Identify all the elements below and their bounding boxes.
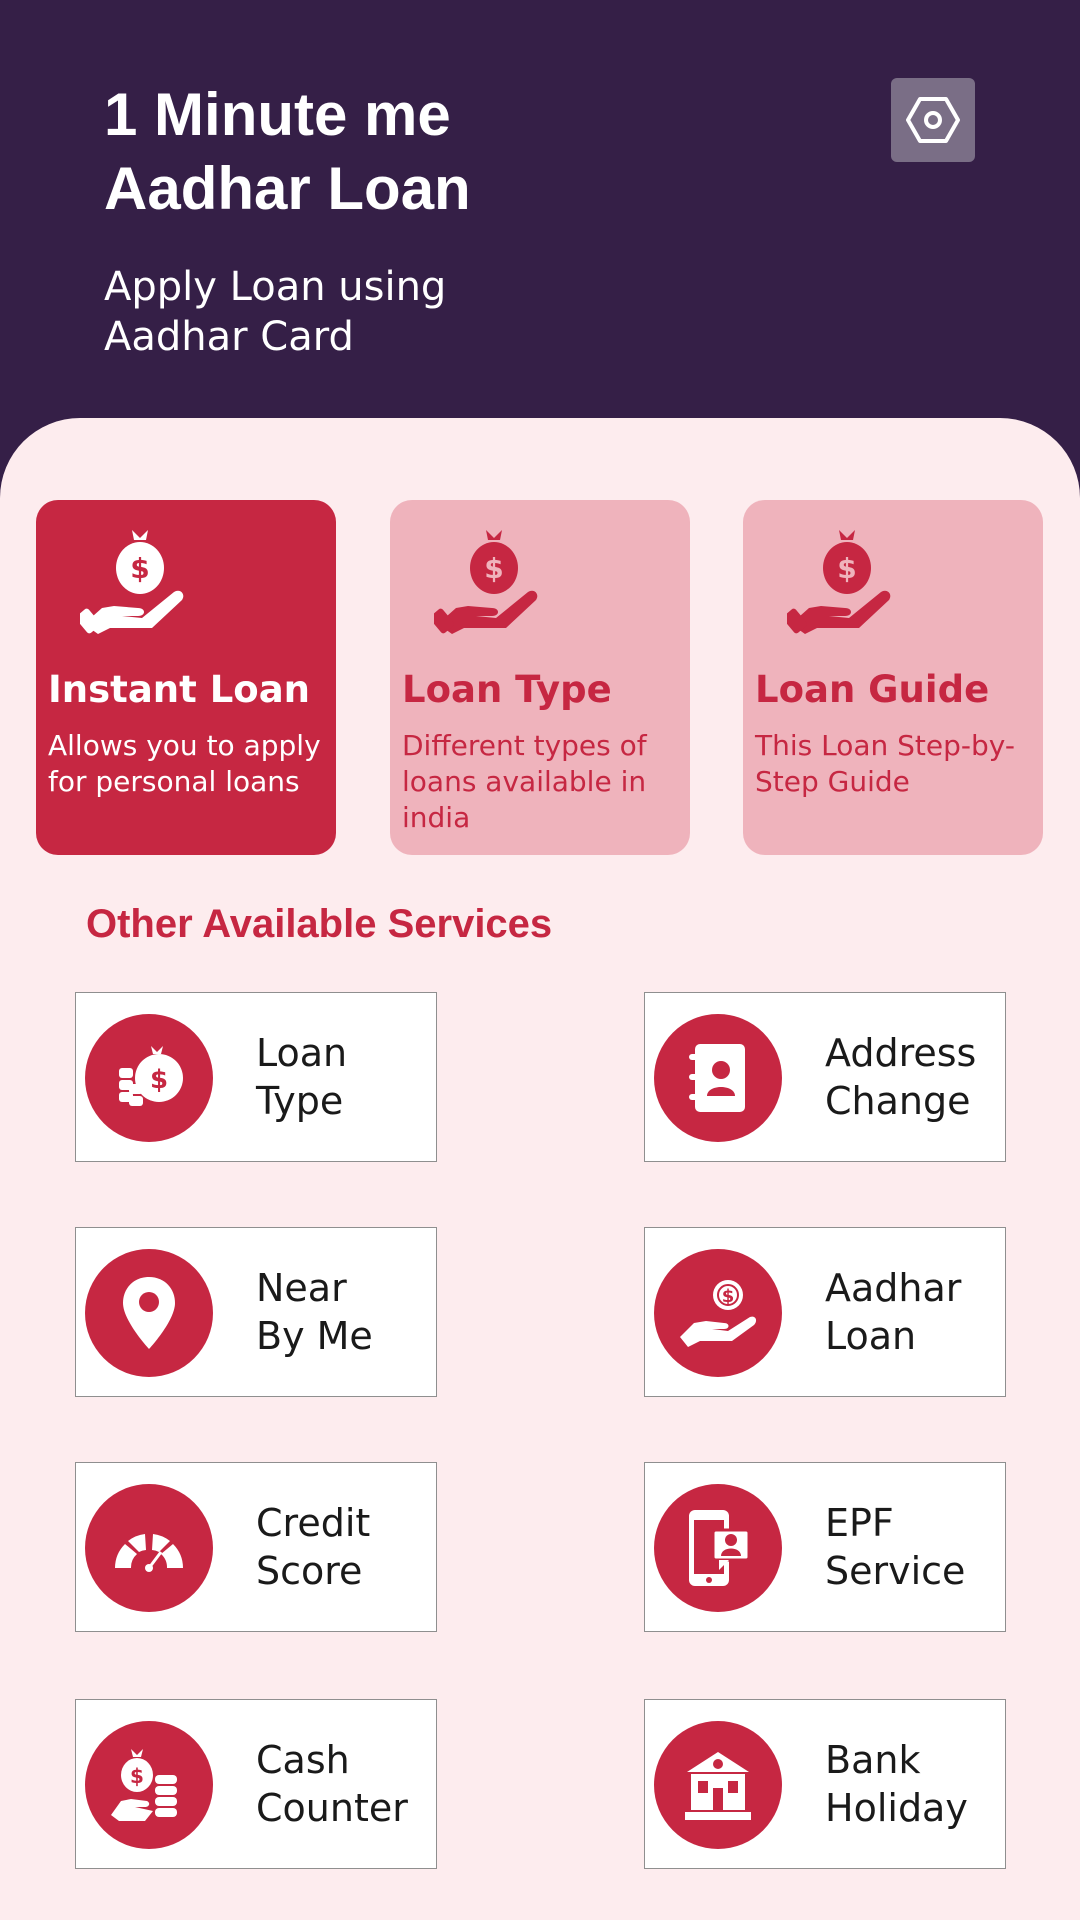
feature-card-title: Loan Guide	[755, 668, 990, 711]
service-cash-counter[interactable]: $ Cash Counter	[75, 1699, 437, 1869]
coin-hand-icon: $	[680, 1280, 757, 1347]
service-label: Address Change	[825, 1031, 977, 1123]
service-icon-circle: $	[654, 1249, 782, 1377]
settings-hexagon-icon	[906, 97, 960, 143]
service-epf-service[interactable]: EPF Service	[644, 1462, 1006, 1632]
service-icon-circle: $	[85, 1721, 213, 1849]
service-loan-type[interactable]: $ Loan Type	[75, 992, 437, 1162]
service-icon-circle	[85, 1484, 213, 1612]
cash-coins-icon: $	[111, 1749, 177, 1821]
service-label: Near By Me	[256, 1266, 373, 1358]
svg-text:$: $	[837, 552, 856, 585]
address-book-icon	[689, 1044, 745, 1112]
feature-card-description: Different types of loans available in in…	[402, 729, 647, 834]
svg-text:$: $	[130, 1764, 144, 1788]
service-label: Aadhar Loan	[825, 1266, 962, 1358]
service-near-by-me[interactable]: Near By Me	[75, 1227, 437, 1397]
service-icon-circle	[654, 1014, 782, 1142]
money-bag-hand-icon: $	[80, 530, 184, 634]
service-icon-circle: $	[85, 1014, 213, 1142]
service-label: Credit Score	[256, 1501, 371, 1593]
bank-building-icon	[685, 1752, 751, 1820]
service-label: Loan Type	[256, 1031, 348, 1123]
feature-card-title: Loan Type	[402, 668, 612, 711]
services-section-title: Other Available Services	[86, 902, 553, 946]
gauge-icon	[115, 1534, 183, 1572]
app-title: 1 Minute me Aadhar Loan	[104, 81, 471, 222]
phone-profile-icon	[689, 1510, 751, 1586]
money-bag-hand-icon: $	[434, 530, 538, 634]
service-icon-circle	[654, 1484, 782, 1612]
svg-text:$: $	[130, 552, 149, 585]
money-bag-hand-icon: $	[787, 530, 891, 634]
svg-text:$: $	[484, 552, 503, 585]
service-label: EPF Service	[825, 1501, 966, 1593]
settings-button[interactable]	[891, 78, 975, 162]
service-icon-circle	[85, 1249, 213, 1377]
service-aadhar-loan[interactable]: $ Aadhar Loan	[644, 1227, 1006, 1397]
app-subtitle: Apply Loan using Aadhar Card	[104, 264, 447, 360]
service-address-change[interactable]: Address Change	[644, 992, 1006, 1162]
feature-card-loan-type[interactable]: $ Loan Type Different types of loans ava…	[390, 500, 690, 855]
feature-card-instant-loan[interactable]: $ Instant Loan Allows you to apply for p…	[36, 500, 336, 855]
svg-text:$: $	[150, 1065, 168, 1095]
service-icon-circle	[654, 1721, 782, 1849]
feature-card-description: This Loan Step-by-Step Guide	[755, 729, 1015, 798]
service-label: Bank Holiday	[825, 1738, 968, 1830]
service-credit-score[interactable]: Credit Score	[75, 1462, 437, 1632]
location-pin-icon	[123, 1277, 175, 1349]
service-bank-holiday[interactable]: Bank Holiday	[644, 1699, 1006, 1869]
feature-card-title: Instant Loan	[48, 668, 310, 711]
money-bags-icon: $	[119, 1046, 183, 1106]
service-label: Cash Counter	[256, 1738, 408, 1830]
feature-card-loan-guide[interactable]: $ Loan Guide This Loan Step-by-Step Guid…	[743, 500, 1043, 855]
svg-text:$: $	[722, 1286, 735, 1307]
feature-card-description: Allows you to apply for personal loans	[48, 729, 321, 798]
